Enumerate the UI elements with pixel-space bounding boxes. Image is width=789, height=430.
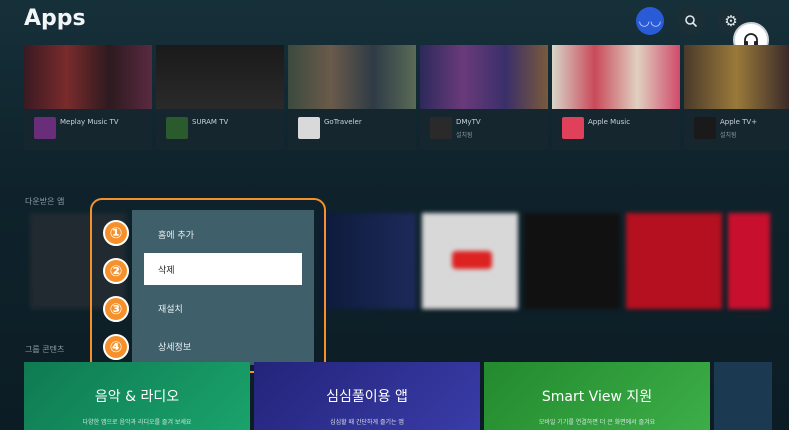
app-icon [166, 117, 188, 139]
app-name: Apple TV+ [720, 118, 758, 126]
app-tile[interactable]: SURAM TV [156, 45, 284, 150]
app-status: 설치됨 [720, 132, 737, 139]
app-icon [694, 117, 716, 139]
search-glyph [685, 15, 698, 28]
app-logo [452, 251, 492, 269]
menu-item-delete[interactable]: 삭제 [144, 253, 302, 285]
app-thumbnail [552, 45, 680, 109]
category-caption: 심심할 때 간단하게 즐기는 앱 [330, 419, 404, 426]
app-name: Meplay Music TV [60, 118, 119, 126]
app-meta: SURAM TV [156, 109, 284, 150]
app-name: DMyTV [456, 118, 481, 126]
menu-item-details[interactable]: 상세정보 [144, 330, 302, 362]
category-label: Smart View 지원 [541, 389, 653, 405]
search-icon[interactable] [677, 7, 705, 35]
app-icon [562, 117, 584, 139]
app-tile[interactable] [626, 213, 722, 309]
app-thumbnail [156, 45, 284, 109]
app-tile[interactable]: Apple Music [552, 45, 680, 150]
context-menu: 홈에 추가 삭제 재설치 상세정보 [132, 210, 314, 365]
callout-badge-4: ④ [103, 334, 129, 360]
app-thumbnail [288, 45, 416, 109]
category-casual-apps[interactable]: 심심풀이용 앱 심심할 때 간단하게 즐기는 앱 [254, 362, 480, 430]
app-icon [430, 117, 452, 139]
downloaded-apps-label: 다운받은 앱 [25, 197, 65, 206]
menu-item-reinstall[interactable]: 재설치 [144, 292, 302, 324]
callout-badge-1: ① [103, 220, 129, 246]
app-tile[interactable] [422, 213, 518, 309]
app-name: Apple Music [588, 118, 631, 126]
app-tile[interactable] [320, 213, 416, 309]
menu-item-add-to-home[interactable]: 홈에 추가 [144, 218, 302, 250]
app-thumbnail [420, 45, 548, 109]
app-tile[interactable]: GoTraveler [288, 45, 416, 150]
app-name: GoTraveler [324, 118, 362, 126]
category-partial[interactable] [714, 362, 772, 430]
category-smart-view[interactable]: Smart View 지원 모바일 기기를 연결하면 더 큰 화면에서 즐겨요 [484, 362, 710, 430]
category-label: 음악 & 라디오 [94, 389, 180, 405]
app-meta: Apple TV+ 설치됨 [684, 109, 789, 150]
app-meta: Meplay Music TV [24, 109, 152, 150]
category-label: 심심풀이용 앱 [326, 389, 408, 405]
app-icon [298, 117, 320, 139]
apps-screen: Apps ◡◡ ⚙ Meplay Music TV SURAM TV GoTra… [0, 0, 789, 430]
app-thumbnail [24, 45, 152, 109]
app-status: 설치됨 [456, 132, 473, 139]
app-icon [34, 117, 56, 139]
app-meta: Apple Music [552, 109, 680, 150]
app-thumbnail [684, 45, 789, 109]
featured-apps-row: Meplay Music TV SURAM TV GoTraveler DMyT… [24, 45, 789, 150]
category-row: 음악 & 라디오 다양한 앱으로 음악과 라디오를 즐겨 보세요 심심풀이용 앱… [0, 362, 789, 430]
app-meta: GoTraveler [288, 109, 416, 150]
app-meta: DMyTV 설치됨 [420, 109, 548, 150]
page-title: Apps [24, 6, 86, 31]
app-tile[interactable]: DMyTV 설치됨 [420, 45, 548, 150]
app-tile[interactable]: Apple TV+ 설치됨 [684, 45, 789, 150]
callout-badge-3: ③ [103, 296, 129, 322]
group-content-label: 그룹 콘텐츠 [25, 345, 65, 354]
category-music-radio[interactable]: 음악 & 라디오 다양한 앱으로 음악과 라디오를 즐겨 보세요 [24, 362, 250, 430]
callout-badge-2: ② [103, 258, 129, 284]
app-tile[interactable] [524, 213, 620, 309]
category-caption: 다양한 앱으로 음악과 라디오를 즐겨 보세요 [82, 419, 192, 426]
category-caption: 모바일 기기를 연결하면 더 큰 화면에서 즐겨요 [538, 419, 656, 426]
app-name: SURAM TV [192, 118, 229, 126]
app-tile[interactable]: Meplay Music TV [24, 45, 152, 150]
header: Apps ◡◡ ⚙ [0, 0, 789, 42]
app-tile[interactable] [728, 213, 770, 309]
avatar-icon[interactable]: ◡◡ [636, 7, 664, 35]
